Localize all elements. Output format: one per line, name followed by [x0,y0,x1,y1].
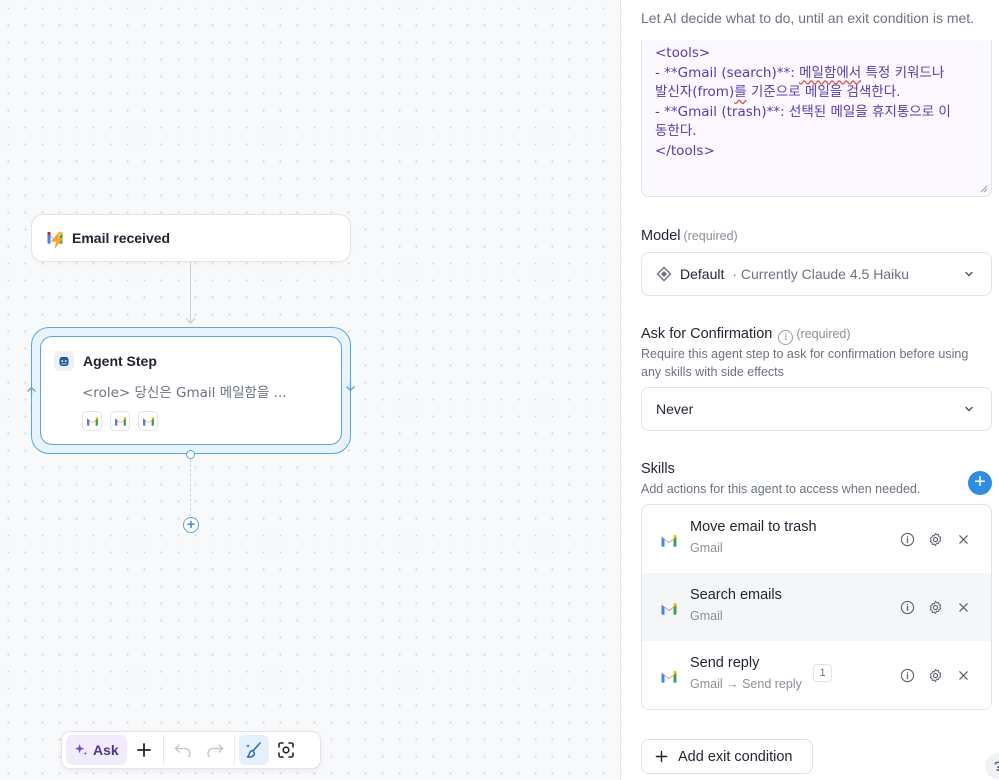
skills-help: Add actions for this agent to access whe… [641,482,921,496]
agent-step-node[interactable]: Agent Step <role> 당신은 Gmail 메일함을 ... [40,336,342,445]
prompt-line: 동한다. [655,123,697,139]
workflow-canvas[interactable]: Email received Agent Step <role> 당신은 Gma… [0,0,621,780]
resize-grip-icon[interactable] [980,185,988,193]
step-settings-panel: Let AI decide what to do, until an exit … [622,0,999,780]
model-select[interactable]: Default · Currently Claude 4.5 Haiku [641,252,992,296]
redo-icon [207,744,224,757]
canvas-toolbar: Ask [61,731,321,769]
redo-button[interactable] [200,735,230,765]
toolbar-divider [162,735,164,765]
gear-icon[interactable] [927,531,943,547]
skill-count-badge: 1 [813,664,832,682]
gmail-icon [661,602,677,615]
plus-icon [136,743,151,757]
trigger-node-email-received[interactable]: Email received [31,214,351,262]
plus-icon [655,750,668,763]
focus-icon [277,742,294,758]
gmail-icon [661,534,677,547]
info-icon[interactable]: i [778,330,794,345]
confirmation-label: Ask for Confirmation i (required) [641,326,851,345]
confirmation-label-text: Ask for Confirmation [641,326,773,342]
connector-line-dashed [190,459,191,516]
agent-tools-list [82,411,328,431]
tidy-icon [245,742,261,758]
agent-step-description: <role> 당신은 Gmail 메일함을 ... [82,385,287,401]
ask-ai-button[interactable]: Ask [66,735,127,765]
close-icon[interactable] [955,667,971,683]
gmail-icon [46,229,64,249]
add-step-button[interactable]: + [183,517,199,533]
prompt-segment: - **Gmail (search)**: [655,64,800,81]
prompt-segment: 발신자(from) [655,84,735,100]
lightning-icon [50,231,64,249]
prompt-segment: 기준으로 메일을 검색한다. [746,84,901,100]
add-exit-condition-label: Add exit condition [678,748,793,765]
undo-button[interactable] [168,735,198,765]
agent-robot-icon [54,351,74,371]
prompt-line: - **Gmail (search)**: 메일함에서 특정 키워드나 [655,64,978,84]
tidy-layout-button[interactable] [238,735,269,765]
model-value: Default [680,266,725,282]
prompt-segment-misspelled: 메일함에서 [799,64,862,81]
close-icon[interactable] [955,531,971,547]
model-label-text: Model [641,228,681,244]
prompt-segment-misspelled: 를 [734,84,747,100]
info-icon[interactable] [899,599,915,615]
gear-icon[interactable] [927,667,943,683]
skill-app: Gmail [690,609,723,623]
chevron-down-icon [965,271,973,277]
confirmation-help: Require this agent step to ask for confi… [641,347,969,379]
prompt-line: </tools> [655,142,715,159]
skill-item-send-reply[interactable]: Send reply Gmail → Send reply 1 [642,641,991,709]
skill-item-search-emails[interactable]: Search emails Gmail [642,573,991,641]
arrow-down-icon [185,317,196,324]
model-required: (required) [683,229,738,243]
prompt-line: - **Gmail (trash)**: 선택된 메일을 휴지통으로 이 [655,103,951,120]
agent-prompt-textarea[interactable]: <tools> - **Gmail (search)**: 메일함에서 특정 키… [641,40,992,197]
skill-app: Gmail [690,541,723,555]
skill-app: Gmail → Send reply [690,677,802,691]
help-button[interactable]: ? [985,753,999,779]
agent-step-title: Agent Step [83,353,157,369]
prompt-segment: 특정 키워드나 [861,64,945,81]
add-exit-condition-button[interactable]: Add exit condition [641,739,813,774]
diamond-icon [656,266,672,282]
add-node-button[interactable] [129,735,159,765]
prompt-line: 발신자(from)를 기준으로 메일을 검색한다. [655,83,978,103]
chevron-down-icon [965,406,973,412]
confirmation-select[interactable]: Never [641,387,992,431]
close-icon[interactable] [955,599,971,615]
undo-icon [174,744,191,757]
focus-view-button[interactable] [271,735,301,765]
info-icon[interactable] [899,531,915,547]
sparkle-icon [74,743,88,755]
skill-name: Search emails [690,587,782,603]
ask-label: Ask [93,742,119,758]
add-skill-button[interactable]: + [968,471,992,495]
panel-subtitle: Let AI decide what to do, until an exit … [641,10,975,26]
confirmation-value: Never [656,401,694,417]
gmail-icon [661,670,677,683]
trigger-node-title: Email received [72,230,171,246]
skills-list: Move email to trash Gmail Search emails … [641,504,992,710]
gmail-icon [138,411,158,431]
toolbar-divider [233,735,235,765]
gear-icon[interactable] [927,599,943,615]
model-label: Model (required) [641,228,738,244]
skill-name: Move email to trash [690,519,817,535]
model-note: · Currently Claude 4.5 Haiku [732,266,909,282]
connector-line [190,262,191,322]
prompt-line: <tools> [655,45,711,61]
skills-label: Skills [641,461,675,477]
gmail-icon [82,411,102,431]
confirmation-required: (required) [796,327,851,341]
gmail-icon [110,411,130,431]
loop-arrow-up-icon [27,386,36,397]
info-icon[interactable] [899,667,915,683]
loop-arrow-down-icon [346,381,355,392]
skill-item-move-to-trash[interactable]: Move email to trash Gmail [642,505,991,573]
output-handle[interactable] [186,450,195,459]
skill-name: Send reply [690,655,760,671]
